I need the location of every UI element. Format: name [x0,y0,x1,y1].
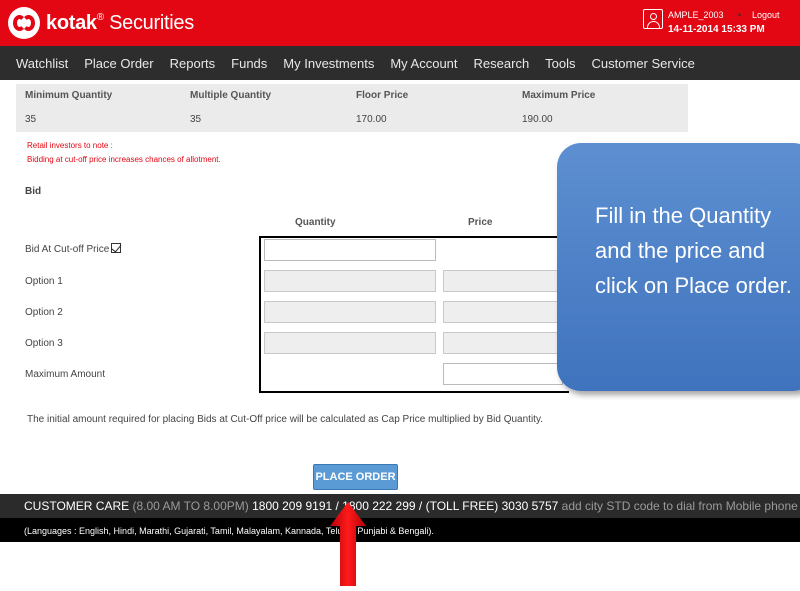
brand-name: kotak® Securities [46,11,194,34]
option-2-label: Option 2 [25,307,63,318]
nav-tools[interactable]: Tools [537,56,583,71]
floor-price-value: 170.00 [356,114,387,125]
instruction-callout: Fill in the Quantity and the price and c… [557,143,800,391]
multiple-quantity-value: 35 [190,114,202,125]
nav-funds[interactable]: Funds [223,56,275,71]
retail-notice-text: Bidding at cut-off price increases chanc… [27,155,221,164]
option-2-price-input[interactable] [443,301,563,323]
floor-price-header: Floor Price [356,90,409,101]
up-arrow-icon [330,502,366,586]
nav-my-investments[interactable]: My Investments [275,56,382,71]
top-header: kotak® Securities AMPLE_2003 • Logout 14… [0,0,800,46]
min-quantity-value: 35 [25,114,37,125]
price-column-header: Price [468,217,493,228]
user-icon [643,9,663,29]
bid-cutoff-label: Bid At Cut-off Price [25,243,122,255]
languages-bar: (Languages : English, Hindi, Marathi, Gu… [0,518,800,542]
cutoff-quantity-input[interactable] [264,239,436,261]
customer-care-numbers: 1800 209 9191 / 1800 222 299 / (TOLL FRE… [252,499,559,513]
nav-customer-service[interactable]: Customer Service [584,56,703,71]
nav-research[interactable]: Research [466,56,538,71]
nav-watchlist[interactable]: Watchlist [8,56,76,71]
cutoff-calculation-note: The initial amount required for placing … [27,414,543,425]
option-2-quantity-input[interactable] [264,301,436,323]
nav-reports[interactable]: Reports [162,56,224,71]
option-3-quantity-input[interactable] [264,332,436,354]
option-3-label: Option 3 [25,338,63,349]
option-1-label: Option 1 [25,276,63,287]
maximum-amount-input[interactable] [443,363,563,385]
bid-section-title: Bid [25,186,42,197]
logout-link[interactable]: Logout [752,10,780,20]
kotak-logo-icon [8,7,40,39]
multiple-quantity-header: Multiple Quantity [190,90,272,101]
main-nav: Watchlist Place Order Reports Funds My I… [0,46,800,80]
option-3-price-input[interactable] [443,332,563,354]
customer-care-hint: add city STD code to dial from Mobile ph… [561,499,798,513]
nav-place-order[interactable]: Place Order [76,56,161,71]
nav-my-account[interactable]: My Account [382,56,465,71]
retail-notice-title: Retail investors to note : [27,141,113,150]
option-1-price-input[interactable] [443,270,563,292]
min-quantity-header: Minimum Quantity [25,90,113,101]
quantity-column-header: Quantity [295,217,336,228]
kotak-logo[interactable]: kotak® Securities [8,7,194,39]
customer-care-label: CUSTOMER CARE [24,499,130,513]
max-price-header: Maximum Price [522,90,596,101]
place-order-button[interactable]: PLACE ORDER [313,464,398,490]
option-1-quantity-input[interactable] [264,270,436,292]
issue-info-panel: Minimum Quantity Multiple Quantity Floor… [16,84,688,132]
header-separator: • [738,10,742,20]
max-price-value: 190.00 [522,114,553,125]
instruction-text: Fill in the Quantity and the price and c… [595,203,792,298]
current-datetime: 14-11-2014 15:33 PM [668,24,765,35]
customer-care-hours: (8.00 AM TO 8.00PM) [132,499,249,513]
customer-care-bar: CUSTOMER CARE (8.00 AM TO 8.00PM) 1800 2… [0,494,800,518]
username: AMPLE_2003 [668,10,724,20]
maximum-amount-label: Maximum Amount [25,369,106,380]
cutoff-checkbox[interactable] [111,243,122,253]
